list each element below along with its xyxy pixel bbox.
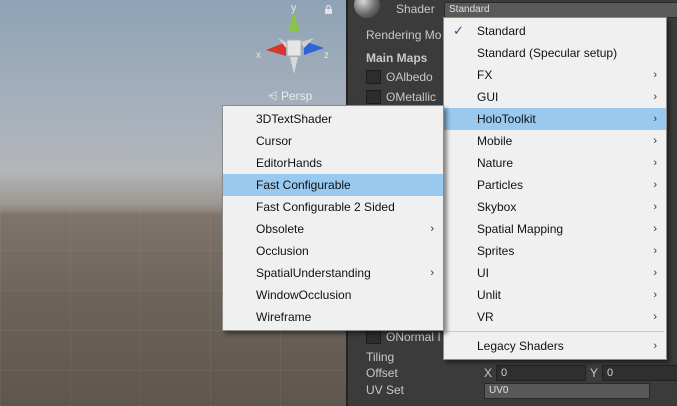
metallic-dot-icon: ʘ <box>386 90 396 104</box>
menu-item-standard-specular[interactable]: Standard (Specular setup) <box>444 42 666 64</box>
chevron-right-icon: › <box>653 311 657 323</box>
submenu-item-spatialunderstanding[interactable]: SpatialUnderstanding › <box>223 262 443 284</box>
menu-item-nature[interactable]: Nature › <box>444 152 666 174</box>
gizmo-x-label: x <box>256 50 261 61</box>
chevron-right-icon: › <box>653 135 657 147</box>
metallic-label: ʘMetallic <box>386 90 437 104</box>
lock-icon[interactable] <box>324 5 333 14</box>
uv-set-label: UV Set <box>366 383 405 397</box>
chevron-right-icon: › <box>653 113 657 125</box>
normal-map-swatch[interactable] <box>366 330 381 344</box>
menu-separator <box>446 331 664 332</box>
submenu-item-occlusion[interactable]: Occlusion <box>223 240 443 262</box>
menu-item-spatial-mapping[interactable]: Spatial Mapping › <box>444 218 666 240</box>
menu-item-ui[interactable]: UI › <box>444 262 666 284</box>
submenu-item-fast-configurable-2-sided[interactable]: Fast Configurable 2 Sided <box>223 196 443 218</box>
submenu-item-obsolete[interactable]: Obsolete › <box>223 218 443 240</box>
gizmo-neg-y-cone[interactable] <box>290 57 298 74</box>
chevron-right-icon: › <box>653 245 657 257</box>
persp-arrows-icon: ⩤ <box>268 89 281 103</box>
menu-item-mobile[interactable]: Mobile › <box>444 130 666 152</box>
shader-dropdown[interactable]: Standard <box>444 2 677 18</box>
rendering-mode-label: Rendering Mo <box>366 28 442 42</box>
gizmo-center-cube[interactable] <box>286 39 302 57</box>
offset-label: Offset <box>366 366 398 380</box>
normal-dot-icon: ʘ <box>386 330 396 344</box>
menu-item-sprites[interactable]: Sprites › <box>444 240 666 262</box>
normal-map-label: ʘNormal I <box>386 330 441 344</box>
albedo-swatch[interactable] <box>366 70 381 84</box>
menu-item-skybox[interactable]: Skybox › <box>444 196 666 218</box>
chevron-right-icon: › <box>653 289 657 301</box>
menu-item-holotoolkit[interactable]: HoloToolkit › <box>444 108 666 130</box>
shader-menu: ✓ Standard Standard (Specular setup) FX › … <box>443 17 667 360</box>
chevron-right-icon: › <box>653 201 657 213</box>
menu-item-gui[interactable]: GUI › <box>444 86 666 108</box>
chevron-right-icon: › <box>653 267 657 279</box>
menu-item-particles[interactable]: Particles › <box>444 174 666 196</box>
menu-item-legacy-shaders[interactable]: Legacy Shaders › <box>444 335 666 357</box>
offset-x-label: X <box>484 366 493 380</box>
material-preview-sphere <box>354 0 380 18</box>
projection-toggle[interactable]: ⩤ Persp <box>268 89 312 104</box>
menu-item-unlit[interactable]: Unlit › <box>444 284 666 306</box>
albedo-dot-icon: ʘ <box>386 70 396 84</box>
chevron-right-icon: › <box>653 69 657 81</box>
gizmo-y-label: y <box>291 2 297 14</box>
offset-y-field[interactable]: 0 <box>602 365 677 381</box>
chevron-right-icon: › <box>653 157 657 169</box>
offset-x-field[interactable]: 0 <box>496 365 586 381</box>
chevron-right-icon: › <box>430 267 434 279</box>
chevron-right-icon: › <box>430 223 434 235</box>
scene-orientation-gizmo[interactable]: y x z <box>254 2 334 82</box>
gizmo-y-cone[interactable] <box>288 12 300 32</box>
submenu-item-cursor[interactable]: Cursor <box>223 130 443 152</box>
uv-set-dropdown[interactable]: UV0 <box>484 383 650 399</box>
menu-item-standard[interactable]: ✓ Standard <box>444 20 666 42</box>
gizmo-z-label: z <box>324 50 329 61</box>
shader-label: Shader <box>396 2 435 16</box>
menu-item-vr[interactable]: VR › <box>444 306 666 328</box>
metallic-swatch[interactable] <box>366 90 381 104</box>
chevron-right-icon: › <box>653 223 657 235</box>
checkmark-icon: ✓ <box>453 23 464 38</box>
submenu-item-wireframe[interactable]: Wireframe <box>223 306 443 328</box>
submenu-item-windowocclusion[interactable]: WindowOcclusion <box>223 284 443 306</box>
main-maps-label: Main Maps <box>366 51 428 65</box>
tiling-label: Tiling <box>366 350 395 364</box>
menu-item-fx[interactable]: FX › <box>444 64 666 86</box>
projection-label: Persp <box>280 89 313 103</box>
submenu-item-fast-configurable[interactable]: Fast Configurable <box>223 174 443 196</box>
holotoolkit-submenu: 3DTextShader Cursor EditorHands Fast Con… <box>222 105 444 331</box>
chevron-right-icon: › <box>653 91 657 103</box>
chevron-right-icon: › <box>653 340 657 352</box>
chevron-right-icon: › <box>653 179 657 191</box>
submenu-item-editorhands[interactable]: EditorHands <box>223 152 443 174</box>
offset-y-label: Y <box>590 366 599 380</box>
albedo-label: ʘAlbedo <box>386 70 433 84</box>
submenu-item-3dtextshader[interactable]: 3DTextShader <box>223 108 443 130</box>
